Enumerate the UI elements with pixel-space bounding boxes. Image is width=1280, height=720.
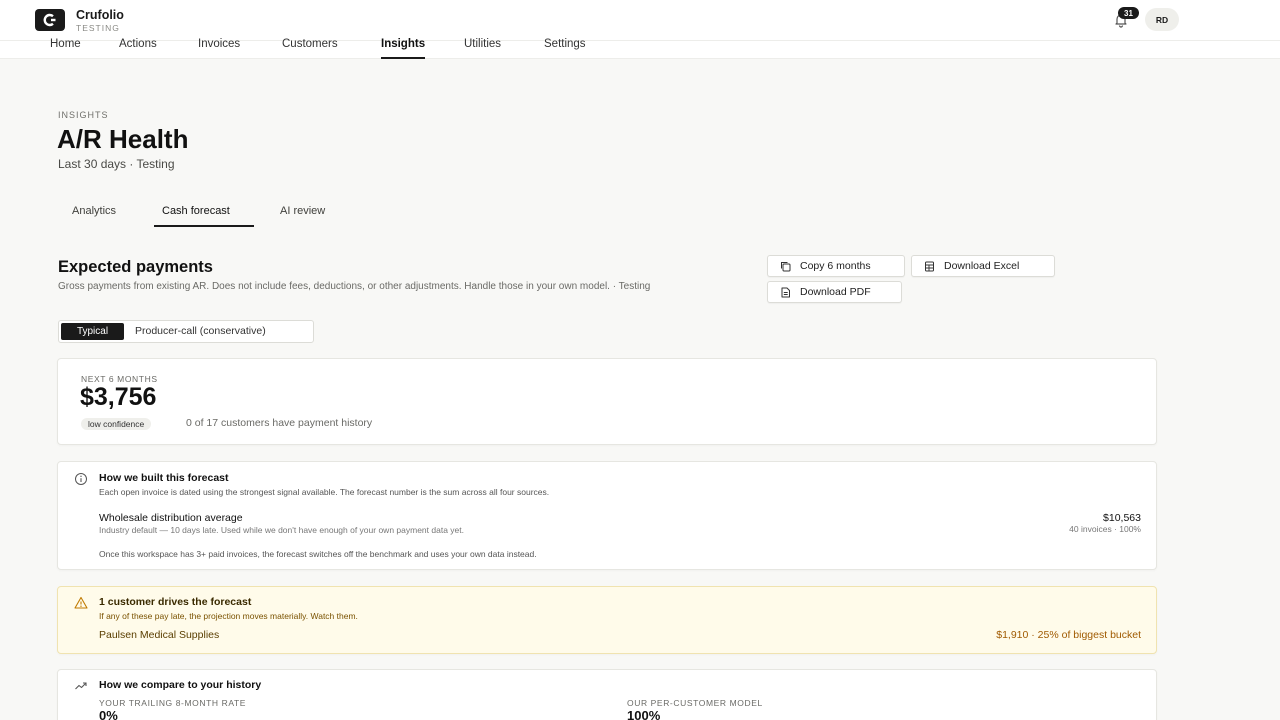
source-amount: $10,563 [1103,512,1141,524]
download-excel-button[interactable]: Download Excel [911,255,1055,277]
tab-ai-review[interactable]: AI review [280,205,325,227]
nav-home[interactable]: Home [50,38,81,59]
nav-insights[interactable]: Insights [381,38,426,59]
source-name: Wholesale distribution average [99,512,243,524]
concentration-description: If any of these pay late, the projection… [99,611,358,621]
nav-utilities[interactable]: Utilities [464,38,501,59]
crufolio-logo[interactable] [35,9,65,31]
section-title: Expected payments [58,258,213,276]
kpi-value: $3,756 [80,383,157,411]
tab-analytics[interactable]: Analytics [72,205,116,227]
download-excel-label: Download Excel [944,260,1020,272]
concentration-warning-card: 1 customer drives the forecast If any of… [57,586,1157,654]
user-avatar[interactable]: RD [1145,8,1179,31]
payment-history-note: 0 of 17 customers have payment history [186,417,373,429]
model-rate-value: 100% [627,708,661,720]
warning-icon [74,596,88,609]
source-invoice-share: 40 invoices · 100% [1069,524,1141,534]
trailing-rate-value: 0% [99,708,118,720]
header-divider [0,40,1280,41]
history-comparison-card: How we compare to your history YOUR TRAI… [57,669,1157,720]
page-eyebrow: INSIGHTS [58,110,109,120]
method-description: Each open invoice is dated using the str… [99,487,550,497]
download-pdf-label: Download PDF [800,286,871,298]
copy-6-months-button[interactable]: Copy 6 months [767,255,905,277]
nav-settings[interactable]: Settings [544,38,586,59]
forecast-method-card: How we built this forecast Each open inv… [57,461,1157,570]
key-customer-name[interactable]: Paulsen Medical Supplies [99,629,219,641]
copy-6-months-label: Copy 6 months [800,260,871,272]
active-tab-indicator [154,225,254,227]
workspace-name: TESTING [76,23,120,33]
forecast-mode-toggle: Typical Producer-call (conservative) [58,320,314,343]
download-pdf-button[interactable]: Download PDF [767,281,902,303]
top-bar: Crufolio TESTING 31 RD Home Actions Invo… [0,0,1280,59]
model-rate-label: OUR PER-CUSTOMER MODEL [627,698,763,708]
tab-cash-forecast[interactable]: Cash forecast [162,205,230,227]
nav-actions[interactable]: Actions [119,38,157,59]
logo-c-icon [43,13,56,27]
page-title: A/R Health [57,124,189,154]
concentration-title: 1 customer drives the forecast [99,596,252,608]
spreadsheet-icon [925,261,934,271]
document-icon [781,287,790,297]
brand-name: Crufolio [76,8,124,22]
trend-up-icon [75,682,87,690]
method-footnote: Once this workspace has 3+ paid invoices… [99,549,537,559]
copy-icon [781,261,791,271]
mode-conservative[interactable]: Producer-call (conservative) [135,325,266,337]
nav-invoices[interactable]: Invoices [198,38,240,59]
source-description: Industry default — 10 days late. Used wh… [99,525,464,535]
notification-count-badge: 31 [1118,7,1139,19]
comparison-title: How we compare to your history [99,679,262,691]
page-subtitle: Last 30 days · Testing [58,157,175,171]
trailing-rate-label: YOUR TRAILING 8-MONTH RATE [99,698,247,708]
mode-typical[interactable]: Typical [61,323,124,340]
info-icon [75,473,87,485]
nav-customers[interactable]: Customers [282,38,338,59]
forecast-kpi-card: NEXT 6 MONTHS $3,756 low confidence 0 of… [57,358,1157,445]
section-description: Gross payments from existing AR. Does no… [58,281,651,292]
confidence-badge: low confidence [81,418,152,430]
method-title: How we built this forecast [99,472,229,484]
key-customer-amount: $1,910 · 25% of biggest bucket [996,629,1141,641]
